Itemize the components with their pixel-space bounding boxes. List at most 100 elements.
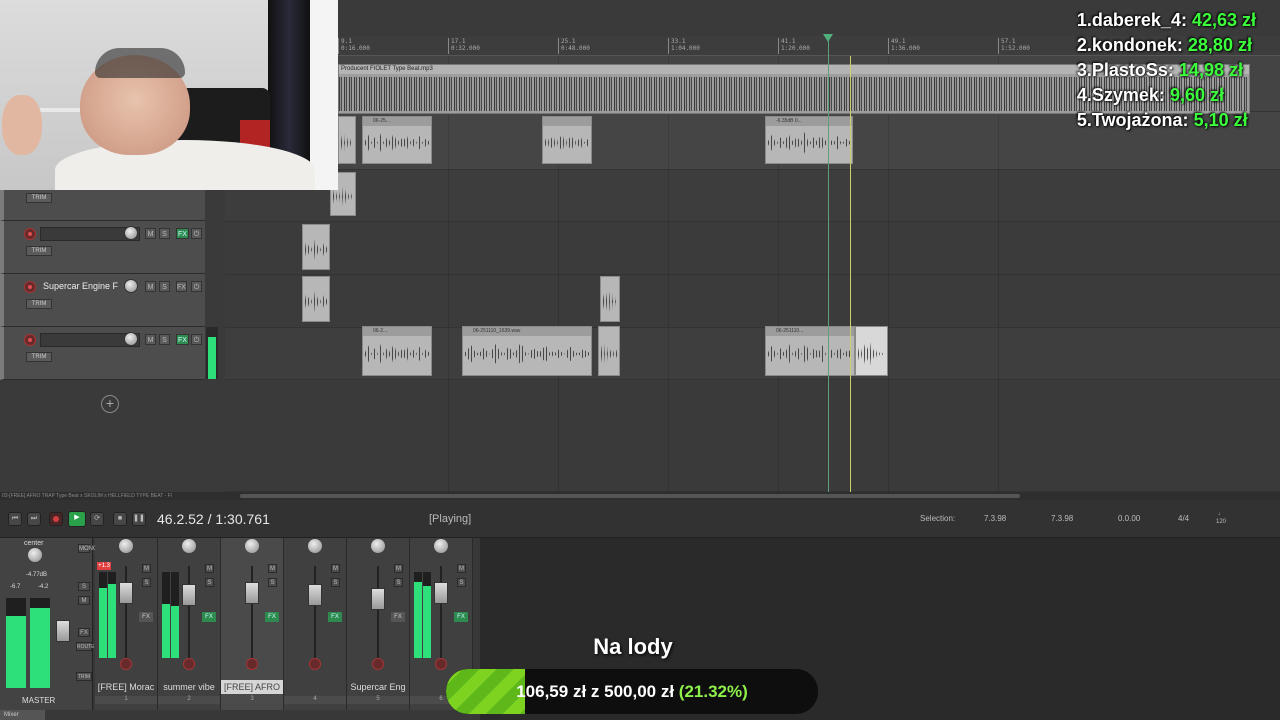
io-button[interactable]: ⏻ — [191, 281, 202, 292]
master-trim-button[interactable]: TRIM — [76, 672, 92, 681]
record-arm-button[interactable] — [309, 658, 321, 670]
play-button[interactable]: ▶ — [68, 511, 86, 527]
lane-3[interactable] — [225, 222, 1280, 275]
channel-name[interactable]: summer vibe — [158, 680, 220, 694]
record-button[interactable] — [49, 512, 63, 526]
fx-button[interactable]: FX — [176, 228, 189, 239]
pan-knob[interactable] — [245, 539, 259, 553]
fx-button[interactable]: FX — [176, 334, 189, 345]
track-header-1[interactable]: M S FX ⏻ TRIM — [0, 221, 205, 274]
mute-button[interactable]: M — [457, 564, 466, 573]
track-header-2[interactable]: Supercar Engine F M S FX ⏻ TRIM — [0, 274, 205, 327]
media-item[interactable]: -6.35dB 0... — [765, 116, 853, 164]
master-mono-button[interactable]: MONO — [78, 544, 98, 553]
mixer-channel-3[interactable]: M S FX [FREE] AFRO 3 — [221, 538, 284, 710]
volume-fader[interactable] — [182, 584, 196, 606]
media-item[interactable] — [338, 116, 356, 164]
channel-name[interactable]: [FREE] Morac — [95, 680, 157, 694]
pan-knob[interactable] — [182, 539, 196, 553]
trim-button[interactable]: TRIM — [26, 246, 52, 256]
record-arm-button[interactable] — [246, 658, 258, 670]
media-item[interactable]: 06-2... — [362, 326, 432, 376]
pan-knob[interactable] — [434, 539, 448, 553]
tempo[interactable]: ♩ 120 — [1216, 510, 1226, 526]
solo-button[interactable]: S — [142, 578, 151, 587]
mute-button[interactable]: M — [205, 564, 214, 573]
trim-button[interactable]: TRIM — [26, 299, 52, 309]
solo-button[interactable]: S — [394, 578, 403, 587]
media-item[interactable] — [542, 116, 592, 164]
record-arm-button[interactable] — [24, 334, 36, 346]
media-item-selected[interactable] — [855, 326, 888, 376]
lane-empty[interactable] — [225, 380, 1280, 492]
mute-button[interactable]: M — [331, 564, 340, 573]
record-arm-button[interactable] — [24, 281, 36, 293]
record-arm-button[interactable] — [183, 658, 195, 670]
skip-start-icon[interactable]: ⏮ — [8, 512, 22, 526]
record-arm-button[interactable] — [24, 228, 36, 240]
record-arm-button[interactable] — [120, 658, 132, 670]
mute-button[interactable]: M — [394, 564, 403, 573]
channel-name[interactable]: [FREE] AFRO — [221, 680, 283, 694]
selection-length[interactable]: 0.0.00 — [1118, 514, 1140, 523]
media-item[interactable] — [302, 276, 330, 322]
solo-button[interactable]: S — [268, 578, 277, 587]
solo-button[interactable]: S — [159, 334, 170, 345]
volume-fader[interactable] — [245, 582, 259, 604]
fx-button[interactable]: FX — [265, 612, 279, 622]
solo-button[interactable]: S — [331, 578, 340, 587]
solo-button[interactable]: S — [159, 281, 170, 292]
track-header-0[interactable]: TRIM — [0, 190, 205, 221]
volume-knob[interactable] — [124, 279, 138, 293]
volume-fader[interactable] — [371, 588, 385, 610]
volume-knob[interactable] — [124, 226, 138, 240]
play-cursor-marker[interactable] — [823, 34, 833, 42]
media-item[interactable]: 06-251110_1639.wav — [462, 326, 592, 376]
lane-2[interactable] — [225, 170, 1280, 222]
time-display[interactable]: 46.2.52 / 1:30.761 — [157, 511, 270, 527]
mute-button[interactable]: M — [145, 228, 156, 239]
selection-start[interactable]: 7.3.98 — [984, 514, 1006, 523]
master-route-button[interactable]: ROUTE — [76, 642, 95, 651]
record-arm-button[interactable] — [372, 658, 384, 670]
io-button[interactable]: ⏻ — [191, 228, 202, 239]
fx-button[interactable]: FX — [391, 612, 405, 622]
mixer-channel-5[interactable]: M S FX Supercar Eng 5 — [347, 538, 410, 710]
clip-indicator[interactable]: +1.3 — [97, 562, 111, 570]
io-button[interactable]: ⏻ — [191, 334, 202, 345]
horizontal-scrollbar[interactable]: 03-[FREE] AFRO TRAP Type Beat x SKOLIM x… — [0, 492, 1280, 500]
add-track-button[interactable]: + — [101, 395, 119, 413]
mixer-tab[interactable]: Mixer — [0, 710, 45, 720]
fx-button[interactable]: FX — [454, 612, 468, 622]
master-solo-button[interactable]: S — [78, 582, 90, 591]
trim-button[interactable]: TRIM — [26, 352, 52, 362]
media-item[interactable] — [302, 224, 330, 270]
skip-end-icon[interactable]: ⏭ — [27, 512, 41, 526]
solo-button[interactable]: S — [457, 578, 466, 587]
pan-knob[interactable] — [308, 539, 322, 553]
media-item[interactable] — [598, 326, 620, 376]
track-header-3[interactable]: M S FX ⏻ TRIM — [0, 327, 205, 380]
mute-button[interactable]: M — [145, 334, 156, 345]
time-signature[interactable]: 4/4 — [1178, 514, 1189, 523]
mixer-channel-1[interactable]: +1.3 M S FX [FREE] Morac 1 — [95, 538, 158, 710]
fx-button[interactable]: FX — [328, 612, 342, 622]
volume-fader[interactable] — [434, 582, 448, 604]
pause-button[interactable]: ❚❚ — [132, 512, 146, 526]
master-fader[interactable] — [56, 620, 70, 642]
master-pan-knob[interactable] — [28, 548, 42, 562]
mute-button[interactable]: M — [268, 564, 277, 573]
fx-button[interactable]: FX — [139, 612, 153, 622]
solo-button[interactable]: S — [205, 578, 214, 587]
mixer-channel-4[interactable]: M S FX 4 — [284, 538, 347, 710]
volume-fader[interactable] — [308, 584, 322, 606]
pan-knob[interactable] — [371, 539, 385, 553]
arrange-view[interactable]: 9.1 0:16.000 17.1 0:32.000 25.1 0:48.000 33… — [0, 0, 1280, 492]
fx-button[interactable]: FX — [202, 612, 216, 622]
mute-button[interactable]: M — [145, 281, 156, 292]
solo-button[interactable]: S — [159, 228, 170, 239]
volume-knob[interactable] — [124, 332, 138, 346]
scrollbar-thumb[interactable] — [240, 494, 1020, 498]
channel-name[interactable] — [284, 680, 346, 694]
pan-knob[interactable] — [119, 539, 133, 553]
